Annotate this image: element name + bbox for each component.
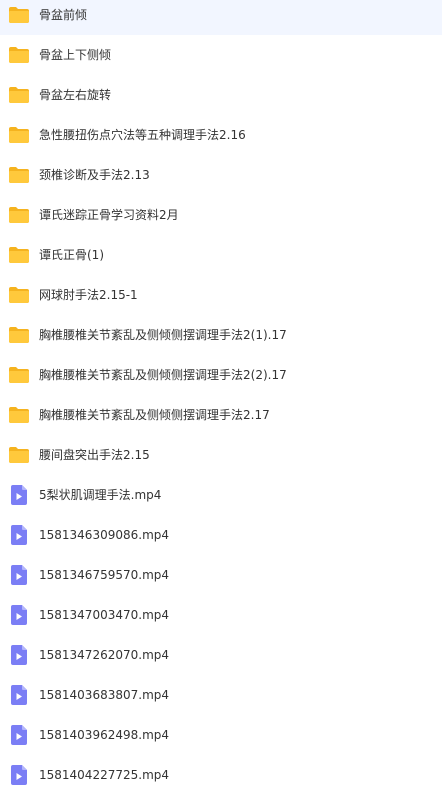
folder-name: 颈椎诊断及手法2.13	[39, 168, 150, 182]
video-file-icon	[8, 524, 30, 546]
folder-icon	[8, 124, 30, 146]
folder-name: 胸椎腰椎关节紊乱及侧倾侧摆调理手法2(2).17	[39, 368, 287, 382]
folder-icon	[8, 204, 30, 226]
folder-item[interactable]: 谭氏迷踪正骨学习资料2月	[0, 195, 442, 235]
folder-icon	[8, 444, 30, 466]
video-file-icon	[8, 564, 30, 586]
video-file-item[interactable]: 1581346759570.mp4	[0, 555, 442, 595]
file-name: 1581347262070.mp4	[39, 648, 170, 662]
folder-item[interactable]: 胸椎腰椎关节紊乱及侧倾侧摆调理手法2(1).17	[0, 315, 442, 355]
file-name: 5梨状肌调理手法.mp4	[39, 488, 162, 502]
video-file-item[interactable]: 1581347262070.mp4	[0, 635, 442, 675]
video-file-item[interactable]: 5梨状肌调理手法.mp4	[0, 475, 442, 515]
folder-icon	[8, 44, 30, 66]
file-name: 1581347003470.mp4	[39, 608, 170, 622]
video-file-item[interactable]: 1581346309086.mp4	[0, 515, 442, 555]
folder-name: 骨盆左右旋转	[39, 88, 112, 102]
folder-icon	[8, 84, 30, 106]
folder-item[interactable]: 胸椎腰椎关节紊乱及侧倾侧摆调理手法2.17	[0, 395, 442, 435]
folder-item[interactable]: 网球肘手法2.15-1	[0, 275, 442, 315]
folder-item[interactable]: 骨盆上下侧倾	[0, 35, 442, 75]
folder-name: 谭氏正骨(1)	[39, 248, 104, 262]
folder-name: 谭氏迷踪正骨学习资料2月	[39, 208, 179, 222]
folder-icon	[8, 284, 30, 306]
folder-name: 胸椎腰椎关节紊乱及侧倾侧摆调理手法2.17	[39, 408, 270, 422]
video-file-item[interactable]: 1581404227725.mp4	[0, 755, 442, 795]
folder-item[interactable]: 腰间盘突出手法2.15	[0, 435, 442, 475]
file-name: 1581403962498.mp4	[39, 728, 170, 742]
video-file-icon	[8, 484, 30, 506]
folder-icon	[8, 244, 30, 266]
folder-name: 腰间盘突出手法2.15	[39, 448, 150, 462]
video-file-icon	[8, 724, 30, 746]
video-file-item[interactable]: 1581403683807.mp4	[0, 675, 442, 715]
video-file-icon	[8, 764, 30, 786]
folder-item[interactable]: 胸椎腰椎关节紊乱及侧倾侧摆调理手法2(2).17	[0, 355, 442, 395]
folder-item[interactable]: 骨盆左右旋转	[0, 75, 442, 115]
video-file-item[interactable]: 1581403962498.mp4	[0, 715, 442, 755]
file-name: 1581403683807.mp4	[39, 688, 170, 702]
folder-name: 胸椎腰椎关节紊乱及侧倾侧摆调理手法2(1).17	[39, 328, 287, 342]
folder-name: 急性腰扭伤点穴法等五种调理手法2.16	[39, 128, 246, 142]
folder-name: 骨盆前倾	[39, 8, 88, 22]
folder-icon	[8, 164, 30, 186]
file-name: 1581404227725.mp4	[39, 768, 170, 782]
folder-name: 网球肘手法2.15-1	[39, 288, 138, 302]
folder-icon	[8, 4, 30, 26]
file-name: 1581346309086.mp4	[39, 528, 170, 542]
folder-icon	[8, 404, 30, 426]
file-name: 1581346759570.mp4	[39, 568, 170, 582]
folder-item[interactable]: 骨盆前倾	[0, 0, 442, 35]
folder-icon	[8, 364, 30, 386]
file-list: 骨盆前倾骨盆上下侧倾 骨盆左右旋转急性腰扭伤点穴法等五种调理手法2.16 颈椎诊断及…	[0, 0, 442, 790]
folder-icon	[8, 324, 30, 346]
folder-item[interactable]: 谭氏正骨(1)	[0, 235, 442, 275]
folder-item[interactable]: 颈椎诊断及手法2.13	[0, 155, 442, 195]
video-file-icon	[8, 604, 30, 626]
video-file-icon	[8, 644, 30, 666]
folder-item[interactable]: 急性腰扭伤点穴法等五种调理手法2.16	[0, 115, 442, 155]
folder-name: 骨盆上下侧倾	[39, 48, 112, 62]
video-file-item[interactable]: 1581347003470.mp4	[0, 595, 442, 635]
video-file-icon	[8, 684, 30, 706]
